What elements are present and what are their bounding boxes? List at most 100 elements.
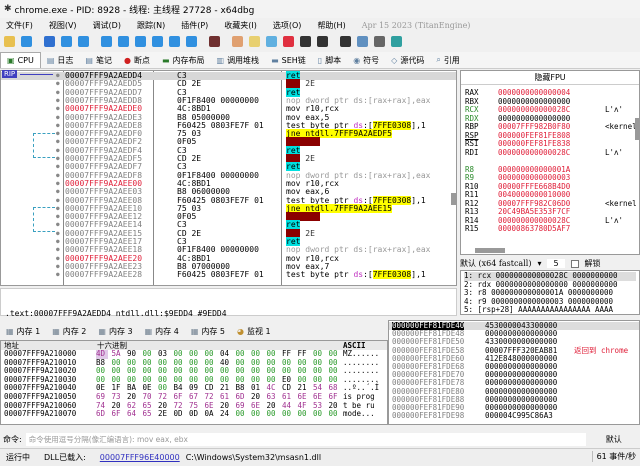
registers-hscrollbar[interactable] <box>475 248 505 253</box>
globe-icon[interactable] <box>391 35 402 47</box>
menu-item[interactable]: 调试(D) <box>93 20 121 31</box>
tab-dump-2[interactable]: ▦ 内存 2 <box>46 324 92 340</box>
dll-address-link[interactable]: 00007FFF96E40000 <box>100 453 180 462</box>
byte[interactable]: 2E <box>158 410 170 419</box>
tab-source[interactable]: ◇ 源代码 <box>385 52 430 68</box>
tab-cpu[interactable]: ▣ CPU <box>0 52 41 68</box>
dropdown-icon[interactable]: ▾ <box>537 259 541 268</box>
tab-dump-4[interactable]: ▦ 内存 4 <box>139 324 185 340</box>
tab-breakpoint[interactable]: ● 断点 <box>118 52 156 68</box>
run-to-user-code-icon[interactable] <box>186 35 197 47</box>
tab-dump-3[interactable]: ▦ 内存 3 <box>92 324 138 340</box>
calculator-icon[interactable] <box>374 35 385 47</box>
registers-panel[interactable]: 隐藏FPU RAX 0000000000000004 RBX 000000000000… <box>460 70 640 255</box>
tab-memory-map[interactable]: ▬ 内存布局 <box>156 52 211 68</box>
breakpoint-dot-icon[interactable]: ● <box>56 80 60 88</box>
byte[interactable]: 0D <box>189 410 201 419</box>
breakpoint-dot-icon[interactable]: ● <box>56 155 60 163</box>
open-icon[interactable] <box>4 35 15 47</box>
breakpoint-dot-icon[interactable]: ● <box>56 72 60 80</box>
argument-row[interactable]: 5: [rsp+28] AAAAAAAAAAAAAAAA AAAA <box>464 305 636 314</box>
font-icon[interactable] <box>340 35 351 47</box>
byte[interactable]: 00 <box>298 410 310 419</box>
stack-row[interactable]: 000000FEF81FDE98 000004C995C86A3 <box>389 411 639 420</box>
byte[interactable]: 6F <box>112 410 124 419</box>
breakpoint-dot-icon[interactable]: ● <box>56 130 60 138</box>
breakpoint-dot-icon[interactable]: ● <box>56 238 60 246</box>
breakpoint-dot-icon[interactable]: ● <box>56 180 60 188</box>
breakpoint-dot-icon[interactable]: ● <box>56 188 60 196</box>
breakpoint-dot-icon[interactable]: ● <box>56 230 60 238</box>
byte[interactable]: 00 <box>236 410 248 419</box>
scylla-icon[interactable] <box>209 35 220 47</box>
tab-dump-5[interactable]: ▦ 内存 5 <box>185 324 231 340</box>
tab-seh[interactable]: ▬ SEH链 <box>265 52 312 68</box>
hex-dump[interactable]: 地址 十六进制 ASCII 00007FFF9A210000 4D 5A 90 00 03… <box>0 340 388 425</box>
checkbox[interactable] <box>570 259 579 268</box>
tab-notes[interactable]: ▤ 笔记 <box>79 52 118 68</box>
breakpoint-dot-icon[interactable]: ● <box>56 147 60 155</box>
stop-icon[interactable] <box>44 35 55 47</box>
breakpoint-dot-icon[interactable]: ● <box>56 105 60 113</box>
byte[interactable]: 00 <box>313 410 325 419</box>
breakpoint-dot-icon[interactable]: ● <box>56 114 60 122</box>
stack-view[interactable]: 000000FEF81FDE40 4530000043300000 000000FE… <box>388 320 640 425</box>
trace-over-icon[interactable] <box>152 35 163 47</box>
restart-icon[interactable] <box>21 35 32 47</box>
breakpoint-dot-icon[interactable]: ● <box>56 213 60 221</box>
byte[interactable]: 0D <box>174 410 186 419</box>
register-value[interactable]: 000000000000028C <box>498 148 570 158</box>
hash-icon[interactable] <box>317 35 328 47</box>
arg-count-spinner[interactable]: 5 <box>547 259 565 268</box>
byte[interactable]: 00 <box>329 410 341 419</box>
hide-fpu-button[interactable]: 隐藏FPU <box>461 71 639 85</box>
functions-icon[interactable] <box>300 35 311 47</box>
menu-item[interactable]: 文件(F) <box>6 20 33 31</box>
arguments-list[interactable]: 1: rcx 000000000000028C 0000000000 2: rdx… <box>460 270 640 315</box>
breakpoint-dot-icon[interactable]: ● <box>56 172 60 180</box>
menu-item[interactable]: 选项(O) <box>273 20 302 31</box>
patch-icon[interactable] <box>232 35 243 47</box>
breakpoint-dot-icon[interactable]: ● <box>56 221 60 229</box>
byte[interactable]: 00 <box>267 410 279 419</box>
step-into-icon[interactable] <box>101 35 112 47</box>
byte[interactable]: 0A <box>205 410 217 419</box>
tab-dump-1[interactable]: ▦ 内存 1 <box>0 324 46 340</box>
dump-row[interactable]: 00007FFF9A210070 6D 6F 64 65 2E 0D 0D 0A 24 00 00 00… <box>1 410 387 419</box>
menu-item[interactable]: 插件(P) <box>181 20 208 31</box>
byte[interactable]: 00 <box>251 410 263 419</box>
breakpoint-dot-icon[interactable]: ● <box>56 122 60 130</box>
disasm-row[interactable]: ● 00007FFF9A2AEE28 F60425 0803FE7F 01 test … <box>1 270 456 280</box>
menu-item[interactable]: 跟踪(N) <box>137 20 165 31</box>
pause-icon[interactable] <box>78 35 89 47</box>
breakpoint-dot-icon[interactable]: ● <box>56 197 60 205</box>
breakpoint-dot-icon[interactable]: ● <box>56 138 60 146</box>
breakpoint-dot-icon[interactable]: ● <box>56 263 60 271</box>
menu-item[interactable]: 收藏夹(I) <box>224 20 257 31</box>
registers-scrollbar[interactable] <box>635 118 639 140</box>
byte[interactable]: 00 <box>282 410 294 419</box>
bookmarks-icon[interactable] <box>283 35 294 47</box>
tab-log[interactable]: ▤ 日志 <box>41 52 80 68</box>
menu-item[interactable]: 帮助(H) <box>317 20 345 31</box>
breakpoint-dot-icon[interactable]: ● <box>56 163 60 171</box>
command-input[interactable]: 命令使用逗号分隔(像汇编语言): mov eax, ebx <box>25 432 586 446</box>
disassembly-view[interactable]: ● 00007FFF9A2AEDD4 C3 ret ● 00007FFF9A2AEDD5 C… <box>0 70 457 286</box>
labels-icon[interactable] <box>266 35 277 47</box>
breakpoint-dot-icon[interactable]: ● <box>56 97 60 105</box>
register-value[interactable]: 00000863780D5AF7 <box>498 224 570 234</box>
tab-dump-6[interactable]: ◕ 监视 1 <box>231 324 277 340</box>
tab-symbols[interactable]: ◉ 符号 <box>347 52 385 68</box>
tab-call-stack[interactable]: ▥ 调用堆栈 <box>211 52 266 68</box>
breakpoint-dot-icon[interactable]: ● <box>56 255 60 263</box>
byte[interactable]: 6D <box>96 410 108 419</box>
run-icon[interactable] <box>61 35 72 47</box>
byte[interactable]: 65 <box>143 410 155 419</box>
breakpoint-dot-icon[interactable]: ● <box>56 205 60 213</box>
trace-into-icon[interactable] <box>135 35 146 47</box>
register-row[interactable]: R15 00000863780D5AF7 <box>465 224 635 234</box>
step-over-icon[interactable] <box>118 35 129 47</box>
command-mode-select[interactable]: 默认 <box>606 434 622 445</box>
byte[interactable]: 24 <box>220 410 232 419</box>
breakpoint-dot-icon[interactable]: ● <box>56 89 60 97</box>
